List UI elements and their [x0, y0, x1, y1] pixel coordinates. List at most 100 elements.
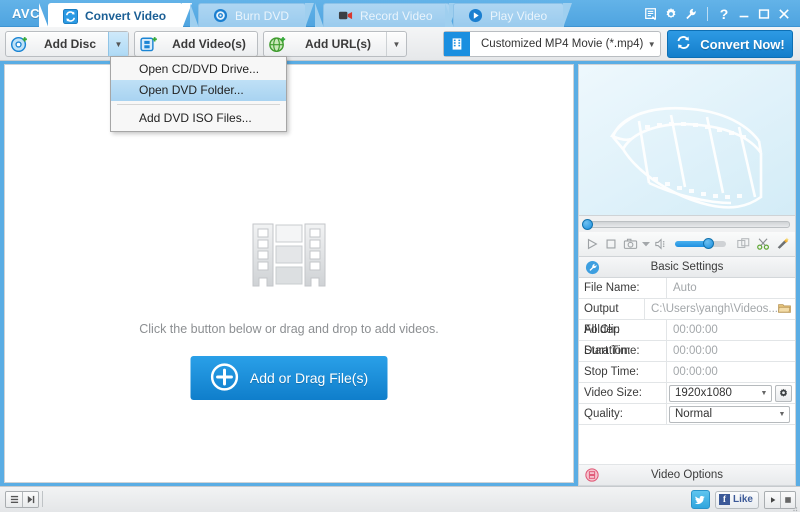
- setting-value-all-clip-duration[interactable]: 00:00:00: [667, 324, 795, 336]
- setting-key: File Name:: [579, 278, 667, 299]
- player-controls: [578, 232, 796, 257]
- setting-value-stop-time[interactable]: 00:00:00: [667, 366, 795, 378]
- menu-item-open-cd-dvd-drive[interactable]: Open CD/DVD Drive...: [111, 59, 286, 80]
- status-divider: [42, 491, 43, 507]
- add-or-drag-files-label: Add or Drag File(s): [250, 370, 368, 386]
- film-strip-placeholder-icon: [245, 220, 333, 301]
- setting-row-all-clip-duration: All Clip Duration: 00:00:00: [579, 320, 795, 341]
- play-small-icon[interactable]: [765, 492, 780, 508]
- tab-record-video[interactable]: Record Video: [323, 3, 450, 27]
- menu-item-add-dvd-iso-files[interactable]: Add DVD ISO Files...: [111, 108, 286, 129]
- chevron-down-icon: ▼: [757, 390, 771, 397]
- output-profile-select[interactable]: Customized MP4 Movie (*.mp4) ▼: [443, 31, 661, 57]
- video-list-area[interactable]: Click the button below or drag and drop …: [4, 64, 574, 483]
- title-bar: AVC Convert Video: [0, 0, 800, 27]
- menu-separator: [117, 104, 280, 105]
- setting-value-video-size: 1920x1080 ▼: [667, 385, 795, 402]
- maximize-icon[interactable]: [754, 4, 774, 23]
- output-folder-path: C:\Users\yangh\Videos...: [651, 303, 778, 315]
- volume-handle[interactable]: [703, 238, 714, 249]
- setting-row-video-size: Video Size: 1920x1080 ▼: [579, 383, 795, 404]
- effects-wand-button[interactable]: [775, 235, 790, 253]
- trim-scissors-button[interactable]: [755, 235, 770, 253]
- setting-row-output-folder: Output Folder: C:\Users\yangh\Videos...: [579, 299, 795, 320]
- facebook-like-label: Like: [733, 494, 753, 505]
- close-icon[interactable]: [774, 4, 794, 23]
- tab-play-video[interactable]: Play Video: [453, 3, 564, 27]
- preview-area[interactable]: [578, 64, 796, 216]
- quality-select[interactable]: Normal ▼: [669, 406, 790, 423]
- add-disc-label: Add Disc: [32, 37, 108, 51]
- setting-key: Video Size:: [579, 383, 667, 404]
- right-panel: Basic Settings File Name: Auto Output Fo…: [578, 64, 796, 483]
- convert-refresh-icon: [675, 34, 692, 54]
- snapshot-menu-arrow[interactable]: [642, 235, 650, 253]
- setting-value-output-folder[interactable]: C:\Users\yangh\Videos...: [645, 302, 795, 317]
- quality-value: Normal: [675, 408, 712, 420]
- drop-hint-text: Click the button below or drag and drop …: [5, 322, 573, 336]
- setting-value-file-name[interactable]: Auto: [667, 282, 795, 294]
- setting-key: All Clip Duration:: [579, 320, 667, 341]
- setting-row-file-name: File Name: Auto: [579, 278, 795, 299]
- seek-handle[interactable]: [582, 219, 593, 230]
- basic-settings-title: Basic Settings: [605, 261, 795, 273]
- play-video-icon: [468, 8, 483, 23]
- view-mode-toggle[interactable]: [5, 491, 39, 508]
- folder-browse-icon[interactable]: [778, 302, 791, 317]
- add-disc-dropdown-arrow[interactable]: ▼: [108, 32, 128, 56]
- disc-plus-icon: [6, 32, 32, 56]
- add-videos-button[interactable]: Add Video(s): [134, 31, 258, 57]
- setting-key: Stop Time:: [579, 362, 667, 383]
- video-options-icon: [579, 468, 605, 482]
- tools-icon: [579, 260, 605, 275]
- resize-grip[interactable]: [790, 503, 798, 511]
- twitter-icon[interactable]: [691, 490, 710, 509]
- stop-button[interactable]: [603, 235, 618, 253]
- wrench-icon[interactable]: [681, 4, 701, 23]
- snapshot-button[interactable]: [623, 235, 638, 253]
- video-plus-icon: [135, 32, 161, 56]
- add-disc-dropdown-menu: Open CD/DVD Drive... Open DVD Folder... …: [110, 56, 287, 132]
- play-button[interactable]: [584, 235, 599, 253]
- merge-button[interactable]: [736, 235, 751, 253]
- help-icon[interactable]: ?: [714, 4, 734, 23]
- add-urls-button[interactable]: Add URL(s) ▼: [263, 31, 407, 57]
- profile-value: Customized MP4 Movie (*.mp4): [470, 38, 643, 50]
- tab-convert-video[interactable]: Convert Video: [48, 3, 183, 28]
- detail-view-icon[interactable]: [22, 492, 38, 507]
- list-view-icon[interactable]: [6, 492, 22, 507]
- control-separator: [707, 7, 708, 21]
- convert-now-button[interactable]: Convert Now!: [667, 30, 793, 58]
- facebook-like-button[interactable]: f Like: [715, 491, 759, 509]
- setting-key: Quality:: [579, 404, 667, 425]
- profile-dropdown-arrow[interactable]: ▼: [643, 40, 660, 49]
- volume-button[interactable]: [654, 235, 669, 253]
- window-controls: ?: [641, 4, 794, 23]
- add-videos-label: Add Video(s): [161, 37, 257, 51]
- basic-settings-header[interactable]: Basic Settings: [579, 257, 795, 278]
- tab-label: Burn DVD: [235, 9, 289, 23]
- add-or-drag-files-button[interactable]: Add or Drag File(s): [191, 356, 388, 400]
- tab-label: Play Video: [490, 9, 547, 23]
- video-size-value: 1920x1080: [675, 387, 732, 399]
- add-disc-button[interactable]: Add Disc ▼: [5, 31, 129, 57]
- settings-blank-area: [579, 425, 795, 465]
- seek-bar-row[interactable]: [578, 216, 796, 232]
- video-size-settings-button[interactable]: [775, 385, 792, 402]
- tab-burn-dvd[interactable]: Burn DVD: [198, 3, 306, 27]
- add-urls-label: Add URL(s): [290, 37, 386, 51]
- settings-gear-icon[interactable]: [661, 4, 681, 23]
- setting-value-start-time[interactable]: 00:00:00: [667, 345, 795, 357]
- log-icon[interactable]: [641, 4, 661, 23]
- setting-value-quality: Normal ▼: [667, 406, 795, 423]
- setting-key: Output Folder:: [579, 299, 645, 320]
- menu-item-open-dvd-folder[interactable]: Open DVD Folder...: [111, 80, 286, 101]
- video-size-select[interactable]: 1920x1080 ▼: [669, 385, 772, 402]
- seek-bar[interactable]: [584, 221, 790, 228]
- volume-slider[interactable]: [675, 241, 726, 247]
- video-options-section[interactable]: Video Options: [579, 465, 795, 486]
- convert-video-icon: [63, 9, 78, 24]
- minimize-icon[interactable]: [734, 4, 754, 23]
- add-urls-dropdown-arrow[interactable]: ▼: [386, 32, 406, 56]
- application-window: AVC Convert Video: [0, 0, 800, 512]
